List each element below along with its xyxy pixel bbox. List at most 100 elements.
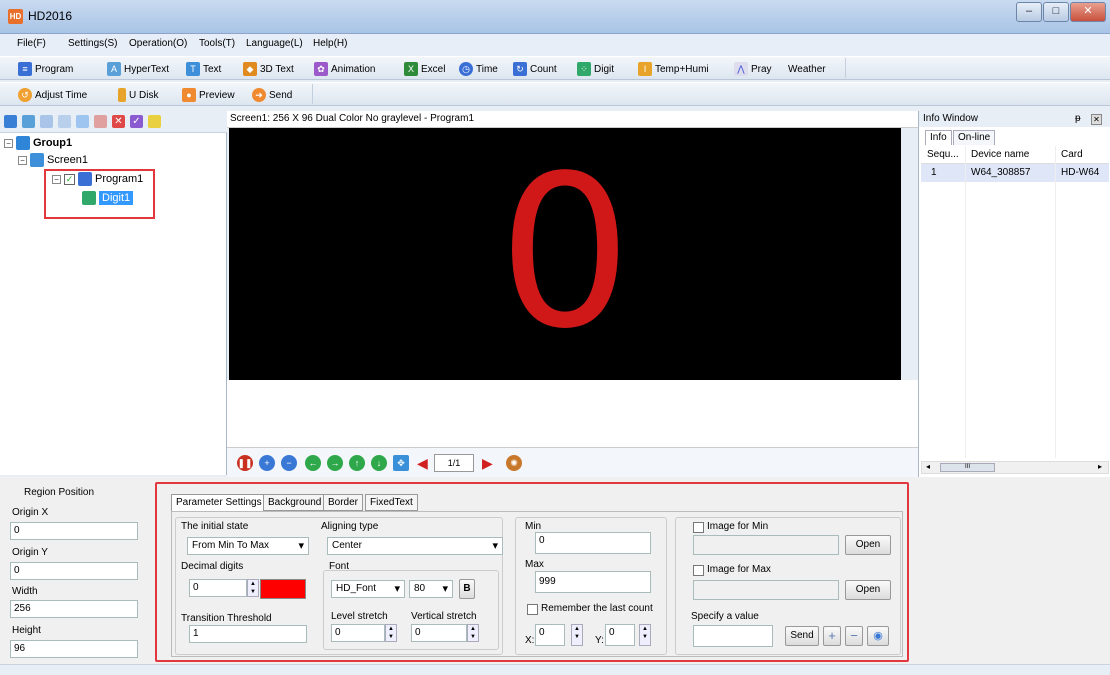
scroll-thumb[interactable]: III <box>940 463 995 472</box>
scroll-right-icon[interactable]: ▸ <box>1098 462 1102 471</box>
maximize-button[interactable]: □ <box>1043 2 1069 22</box>
scroll-left-icon[interactable]: ◂ <box>926 462 930 471</box>
color-swatch[interactable] <box>260 579 306 599</box>
collapse-icon[interactable]: − <box>4 138 13 148</box>
tree-node-program[interactable]: − ✓ Program1 <box>52 172 143 186</box>
move-down-icon[interactable]: ↓ <box>371 455 387 471</box>
decimal-digits-spinner[interactable]: ▲ ▼ <box>247 579 259 597</box>
minimize-button[interactable]: – <box>1016 2 1042 22</box>
move-right-icon[interactable]: → <box>327 455 343 471</box>
pin-icon[interactable]: ᵽ <box>1075 113 1081 124</box>
adjust-time-button[interactable]: ↺ Adjust Time <box>18 86 87 104</box>
led-preview-canvas[interactable]: 0 <box>229 128 901 380</box>
menu-file[interactable]: File(F) <box>17 38 46 49</box>
height-field[interactable]: 96 <box>10 640 138 658</box>
menu-help[interactable]: Help(H) <box>313 38 347 49</box>
horizontal-scrollbar[interactable]: ◂ III ▸ <box>921 461 1109 474</box>
image-min-checkbox[interactable] <box>693 522 704 533</box>
save-icon[interactable] <box>4 115 17 128</box>
specify-field[interactable] <box>693 625 773 647</box>
send-value-button[interactable]: Send <box>785 626 819 646</box>
send-button[interactable]: ➜ Send <box>252 86 292 104</box>
vertical-stretch-field[interactable]: 0 <box>411 624 467 642</box>
font-select[interactable]: HD_Font <box>331 580 405 598</box>
menu-language[interactable]: Language(L) <box>246 38 303 49</box>
open-min-button[interactable]: Open <box>845 535 891 555</box>
image-max-checkbox[interactable] <box>693 565 704 576</box>
move-left-icon[interactable]: ← <box>305 455 321 471</box>
close-button[interactable]: ✕ <box>1070 2 1106 22</box>
new-screen-icon[interactable] <box>22 115 35 128</box>
menu-settings[interactable]: Settings(S) <box>68 38 117 49</box>
tree-node-digit[interactable]: Digit1 <box>82 191 134 205</box>
tab-background[interactable]: Background <box>263 494 327 511</box>
weather-button[interactable]: Weather <box>788 60 826 78</box>
settings-icon[interactable]: ✺ <box>506 455 522 471</box>
origin-y-field[interactable]: 0 <box>10 562 138 580</box>
origin-x-field[interactable]: 0 <box>10 522 138 540</box>
width-field[interactable]: 256 <box>10 600 138 618</box>
move-all-icon[interactable]: ✥ <box>393 455 409 471</box>
search-icon[interactable] <box>148 115 161 128</box>
level-stretch-spinner[interactable]: ▲ ▼ <box>385 624 397 642</box>
temp-humi-button[interactable]: ǀ Temp+Humi <box>638 60 709 78</box>
copy-icon[interactable] <box>40 115 53 128</box>
vertical-stretch-spinner[interactable]: ▲ ▼ <box>467 624 479 642</box>
zoom-in-icon[interactable]: + <box>259 455 275 471</box>
menu-tools[interactable]: Tools(T) <box>199 38 235 49</box>
max-field[interactable]: 999 <box>535 571 651 593</box>
count-button[interactable]: ↻ Count <box>513 60 557 78</box>
image-min-field[interactable] <box>693 535 839 555</box>
image-max-field[interactable] <box>693 580 839 600</box>
pause-icon[interactable]: ❚❚ <box>237 455 253 471</box>
column-header[interactable]: Card <box>1055 146 1109 164</box>
open-max-button[interactable]: Open <box>845 580 891 600</box>
x-field[interactable]: 0 <box>535 624 565 646</box>
program-button[interactable]: ≡ Program <box>18 60 73 78</box>
3d-text-button[interactable]: ◆ 3D Text <box>243 60 294 78</box>
u-disk-button[interactable]: U Disk <box>118 86 158 104</box>
preview-button[interactable]: ● Preview <box>182 86 235 104</box>
zoom-out-icon[interactable]: − <box>281 455 297 471</box>
move-down-icon[interactable] <box>94 115 107 128</box>
move-up-icon[interactable] <box>76 115 89 128</box>
tab-fixedtext[interactable]: FixedText <box>365 494 418 511</box>
menu-operation[interactable]: Operation(O) <box>129 38 187 49</box>
min-field[interactable]: 0 <box>535 532 651 554</box>
program-checkbox[interactable]: ✓ <box>64 173 75 185</box>
animation-button[interactable]: ✿ Animation <box>314 60 375 78</box>
excel-button[interactable]: X Excel <box>404 60 445 78</box>
transition-field[interactable]: 1 <box>189 625 307 643</box>
bold-button[interactable]: B <box>459 579 475 599</box>
level-stretch-field[interactable]: 0 <box>331 624 385 642</box>
time-button[interactable]: ◷ Time <box>459 60 498 78</box>
subtract-icon[interactable]: − <box>845 626 863 646</box>
next-page-icon[interactable]: ▶ <box>482 455 493 472</box>
column-header[interactable]: Device name <box>965 146 1055 164</box>
hypertext-button[interactable]: A HyperText <box>107 60 169 78</box>
digit-button[interactable]: ⁘ Digit <box>577 60 614 78</box>
move-up-icon[interactable]: ↑ <box>349 455 365 471</box>
check-icon[interactable]: ✓ <box>130 115 143 128</box>
text-button[interactable]: T Text <box>186 60 221 78</box>
column-header[interactable]: Sequ... <box>921 146 965 164</box>
tab-border[interactable]: Border <box>323 494 364 511</box>
paste-icon[interactable] <box>58 115 71 128</box>
tab-online[interactable]: On-line <box>953 130 996 145</box>
tab-parameter-settings[interactable]: Parameter Settings <box>171 494 267 512</box>
remember-checkbox[interactable] <box>527 604 538 615</box>
initial-state-select[interactable]: From Min To Max <box>187 537 309 555</box>
pray-button[interactable]: ⋀ Pray <box>734 60 772 78</box>
add-icon[interactable]: + <box>823 626 841 646</box>
x-spinner[interactable]: ▲ ▼ <box>571 624 583 646</box>
decimal-digits-field[interactable]: 0 <box>189 579 247 597</box>
tab-info[interactable]: Info <box>925 130 952 145</box>
collapse-icon[interactable]: − <box>52 174 61 184</box>
collapse-icon[interactable]: − <box>18 155 27 165</box>
close-icon[interactable]: ✕ <box>1091 114 1102 125</box>
y-spinner[interactable]: ▲ ▼ <box>639 624 651 646</box>
font-size-select[interactable]: 80 <box>409 580 453 598</box>
prev-page-icon[interactable]: ◀ <box>417 455 428 472</box>
y-field[interactable]: 0 <box>605 624 635 646</box>
aligning-select[interactable]: Center <box>327 537 503 555</box>
